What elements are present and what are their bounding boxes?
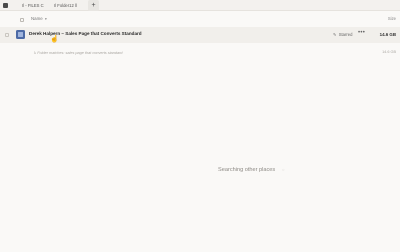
row-name[interactable]: Derek Halpern – Sales Page that Converts… (29, 31, 142, 36)
search-status-text: Searching other places (218, 167, 276, 173)
subrow-name: ↳ Folder matches: sales page that conver… (33, 51, 123, 55)
row-checkbox[interactable] (5, 33, 9, 37)
select-all-checkbox[interactable] (20, 18, 24, 22)
size-column-header[interactable]: Size (388, 16, 396, 21)
name-column-label: Name (31, 16, 43, 21)
sort-caret-icon: ▾ (44, 17, 47, 21)
app-icon[interactable] (3, 3, 8, 8)
tab-files[interactable]: Il - FILES C (18, 0, 48, 11)
tab-folder[interactable]: Il Folder12 ll (50, 0, 81, 11)
pencil-icon: ✎ (333, 32, 337, 37)
row-size: 14.6 GB (379, 32, 396, 37)
list-item[interactable]: ↳ Folder matches: sales page that conver… (0, 48, 400, 57)
more-options-button[interactable]: ••• (358, 30, 365, 36)
name-column-header[interactable]: Name ▾ (31, 16, 47, 21)
new-tab-button[interactable]: + (88, 0, 99, 11)
starred-button[interactable]: ✎ Starred (333, 32, 352, 37)
subrow-size: 14.6 GB (382, 50, 396, 54)
hand-pointer-icon: ☝ (50, 36, 59, 43)
table-row[interactable]: Derek Halpern – Sales Page that Converts… (0, 27, 400, 43)
tab-bar: Il - FILES C Il Folder12 ll + (0, 0, 400, 11)
column-header: Name ▾ Size (0, 14, 400, 25)
folder-icon (16, 30, 25, 39)
spinner-icon: ◌ (282, 167, 285, 172)
starred-label: Starred (338, 32, 353, 37)
